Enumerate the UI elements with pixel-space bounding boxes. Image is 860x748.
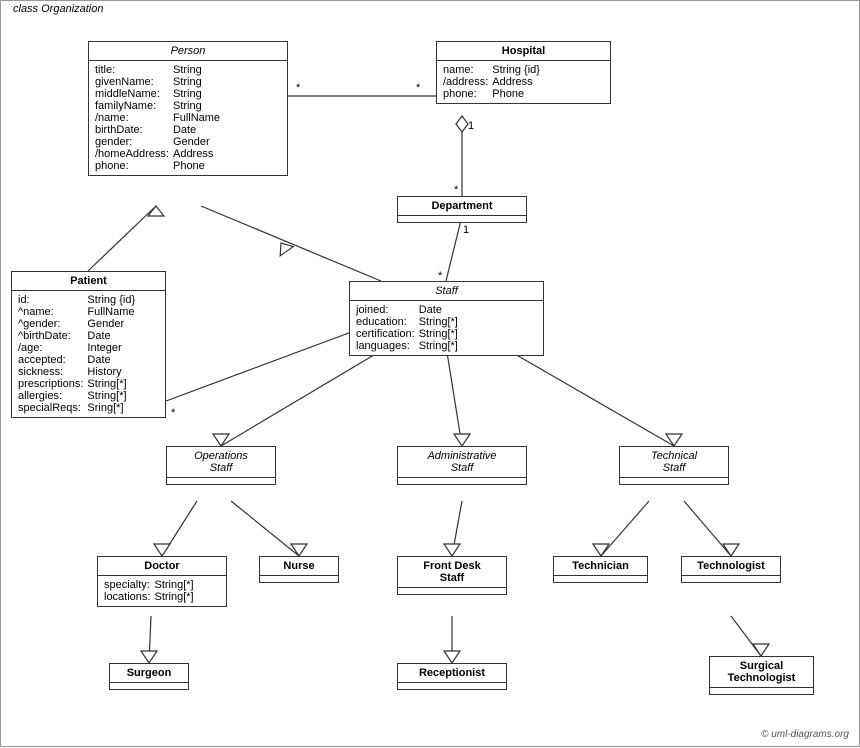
class-staff: Staff joined:Date education:String[*] ce…: [349, 281, 544, 356]
class-technologist-body: [682, 576, 780, 582]
diagram-container: class Organization * * 1 * 1 *: [0, 0, 860, 747]
class-patient: Patient id:String {id} ^name:FullName ^g…: [11, 271, 166, 418]
copyright-text: © uml-diagrams.org: [761, 729, 849, 740]
class-surgical-tech-header: SurgicalTechnologist: [710, 657, 813, 688]
class-tech-staff-body: [620, 478, 728, 484]
class-receptionist-header: Receptionist: [398, 664, 506, 683]
class-doctor-body: specialty:String[*] locations:String[*]: [98, 576, 226, 606]
class-technician: Technician: [553, 556, 648, 583]
class-technician-body: [554, 576, 647, 582]
class-department-body: [398, 216, 526, 222]
class-nurse-header: Nurse: [260, 557, 338, 576]
class-surgeon: Surgeon: [109, 663, 189, 690]
class-ops-staff-header: OperationsStaff: [167, 447, 275, 478]
diagram-title: class Organization: [9, 3, 108, 15]
svg-text:1: 1: [468, 120, 474, 132]
class-staff-header: Staff: [350, 282, 543, 301]
class-receptionist: Receptionist: [397, 663, 507, 690]
class-admin-staff-header: AdministrativeStaff: [398, 447, 526, 478]
class-surgeon-body: [110, 683, 188, 689]
class-tech-staff-header: TechnicalStaff: [620, 447, 728, 478]
svg-text:*: *: [454, 184, 459, 196]
svg-text:*: *: [296, 82, 301, 94]
class-hospital-header: Hospital: [437, 42, 610, 61]
class-department: Department: [397, 196, 527, 223]
class-doctor-header: Doctor: [98, 557, 226, 576]
class-patient-body: id:String {id} ^name:FullName ^gender:Ge…: [12, 291, 165, 417]
class-front-desk: Front DeskStaff: [397, 556, 507, 595]
class-person-body: title:String givenName:String middleName…: [89, 61, 287, 175]
class-nurse-body: [260, 576, 338, 582]
svg-text:*: *: [171, 407, 176, 419]
class-person: Person title:String givenName:String mid…: [88, 41, 288, 176]
class-receptionist-body: [398, 683, 506, 689]
class-ops-staff: OperationsStaff: [166, 446, 276, 485]
class-front-desk-body: [398, 588, 506, 594]
svg-text:*: *: [416, 82, 421, 94]
class-staff-body: joined:Date education:String[*] certific…: [350, 301, 543, 355]
class-technologist-header: Technologist: [682, 557, 780, 576]
class-admin-staff-body: [398, 478, 526, 484]
class-doctor: Doctor specialty:String[*] locations:Str…: [97, 556, 227, 607]
class-patient-header: Patient: [12, 272, 165, 291]
class-ops-staff-body: [167, 478, 275, 484]
class-admin-staff: AdministrativeStaff: [397, 446, 527, 485]
class-hospital-body: name:String {id} /address:Address phone:…: [437, 61, 610, 103]
class-surgical-tech-body: [710, 688, 813, 694]
svg-text:1: 1: [463, 224, 469, 236]
class-hospital: Hospital name:String {id} /address:Addre…: [436, 41, 611, 104]
class-front-desk-header: Front DeskStaff: [398, 557, 506, 588]
class-nurse: Nurse: [259, 556, 339, 583]
class-surgeon-header: Surgeon: [110, 664, 188, 683]
class-technologist: Technologist: [681, 556, 781, 583]
class-person-header: Person: [89, 42, 287, 61]
class-department-header: Department: [398, 197, 526, 216]
class-technician-header: Technician: [554, 557, 647, 576]
class-tech-staff: TechnicalStaff: [619, 446, 729, 485]
class-surgical-tech: SurgicalTechnologist: [709, 656, 814, 695]
